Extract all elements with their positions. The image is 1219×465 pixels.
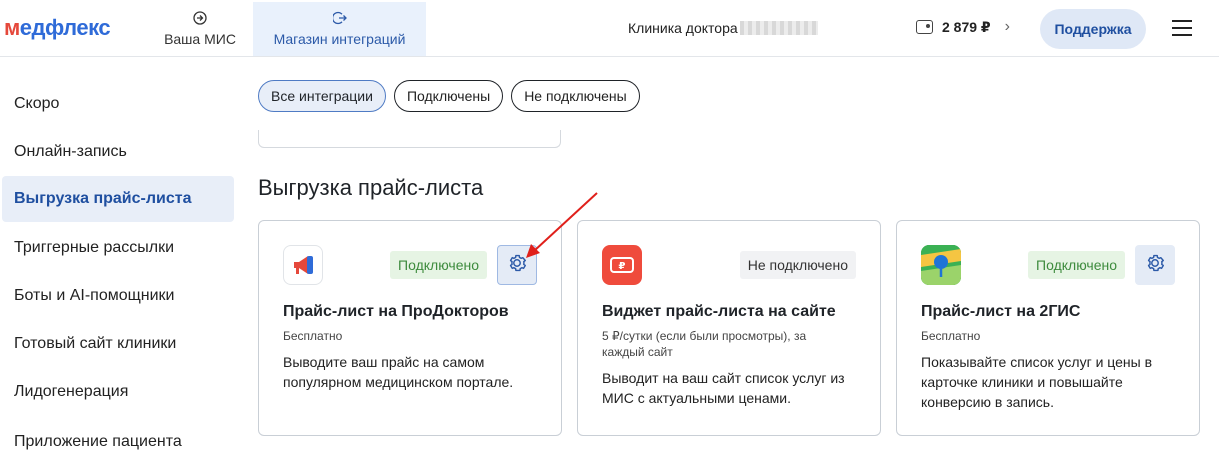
integration-card-site-widget[interactable]: ₽ Не подключено Виджет прайс-листа на са… bbox=[577, 220, 881, 436]
sidebar: Скоро Онлайн-запись Выгрузка прайс-листа… bbox=[0, 57, 240, 450]
status-badge: Подключено bbox=[1028, 251, 1125, 279]
tab-your-mis[interactable]: Ваша МИС bbox=[160, 2, 240, 56]
price-tag-icon: ₽ bbox=[602, 245, 642, 285]
card-price: Бесплатно bbox=[921, 329, 981, 343]
sidebar-item-trigger-mailings[interactable]: Триггерные рассылки bbox=[2, 225, 234, 271]
gear-icon bbox=[1144, 252, 1166, 279]
top-header: медфлекс Ваша МИС Магазин интеграций Кли… bbox=[0, 0, 1219, 57]
support-button[interactable]: Поддержка bbox=[1040, 9, 1146, 49]
settings-button[interactable] bbox=[497, 245, 537, 285]
sidebar-item-bots[interactable]: Боты и AI-помощники bbox=[2, 273, 234, 319]
integration-card-2gis[interactable]: Подключено Прайс-лист на 2ГИС Бесплатно … bbox=[896, 220, 1200, 436]
tab-integrations-store[interactable]: Магазин интеграций bbox=[253, 2, 426, 56]
status-badge: Подключено bbox=[390, 251, 487, 279]
logout-icon bbox=[331, 11, 347, 27]
sidebar-item-leadgen[interactable]: Лидогенерация bbox=[2, 369, 234, 415]
filter-all[interactable]: Все интеграции bbox=[258, 80, 386, 112]
2gis-map-icon bbox=[921, 245, 961, 285]
tab-integrations-store-label: Магазин интеграций bbox=[273, 31, 406, 47]
redacted-name bbox=[739, 21, 818, 35]
filter-chips: Все интеграции Подключены Не подключены bbox=[258, 80, 640, 112]
sidebar-item-clinic-site[interactable]: Готовый сайт клиники bbox=[2, 321, 234, 367]
card-title: Прайс-лист на ПроДокторов bbox=[283, 303, 509, 320]
tab-your-mis-label: Ваша МИС bbox=[164, 31, 236, 47]
filter-not-connected[interactable]: Не подключены bbox=[511, 80, 640, 112]
status-badge: Не подключено bbox=[739, 251, 856, 279]
svg-text:₽: ₽ bbox=[619, 261, 626, 272]
card-price: Бесплатно bbox=[283, 329, 343, 343]
login-icon bbox=[193, 11, 207, 27]
card-price: 5 ₽/сутки (если были просмотры), за кажд… bbox=[602, 329, 807, 359]
sidebar-item-online-booking[interactable]: Онлайн-запись bbox=[2, 129, 234, 175]
card-description: Показывайте список услуг и цены в карточ… bbox=[921, 354, 1153, 410]
card-description: Выводите ваш прайс на самом популярном м… bbox=[283, 354, 514, 390]
previous-card-bottom bbox=[258, 130, 561, 148]
megaphone-icon bbox=[283, 245, 323, 285]
card-title: Прайс-лист на 2ГИС bbox=[921, 303, 1081, 320]
wallet-icon bbox=[916, 20, 933, 34]
balance-amount: 2 879 ₽ bbox=[942, 18, 991, 35]
balance[interactable]: 2 879 ₽ › bbox=[916, 18, 1010, 36]
chevron-right-icon: › bbox=[1004, 18, 1010, 35]
clinic-name[interactable]: Клиника доктора bbox=[628, 20, 818, 36]
sidebar-item-price-export[interactable]: Выгрузка прайс-листа bbox=[2, 176, 234, 222]
integration-card-prodoctorov[interactable]: Подключено Прайс-лист на ПроДокторов Бес… bbox=[258, 220, 562, 436]
medflex-logo[interactable]: медфлекс bbox=[4, 15, 111, 41]
sidebar-item-soon[interactable]: Скоро bbox=[2, 81, 234, 127]
section-title: Выгрузка прайс-листа bbox=[258, 175, 484, 200]
menu-icon[interactable] bbox=[1172, 20, 1192, 36]
filter-connected[interactable]: Подключены bbox=[393, 80, 504, 112]
settings-button[interactable] bbox=[1135, 245, 1175, 285]
card-title: Виджет прайс-листа на сайте bbox=[602, 303, 836, 320]
sidebar-item-patient-app[interactable]: Приложение пациента bbox=[2, 419, 234, 465]
card-description: Выводит на ваш сайт список услуг из МИС … bbox=[602, 370, 845, 406]
gear-icon bbox=[506, 252, 528, 279]
